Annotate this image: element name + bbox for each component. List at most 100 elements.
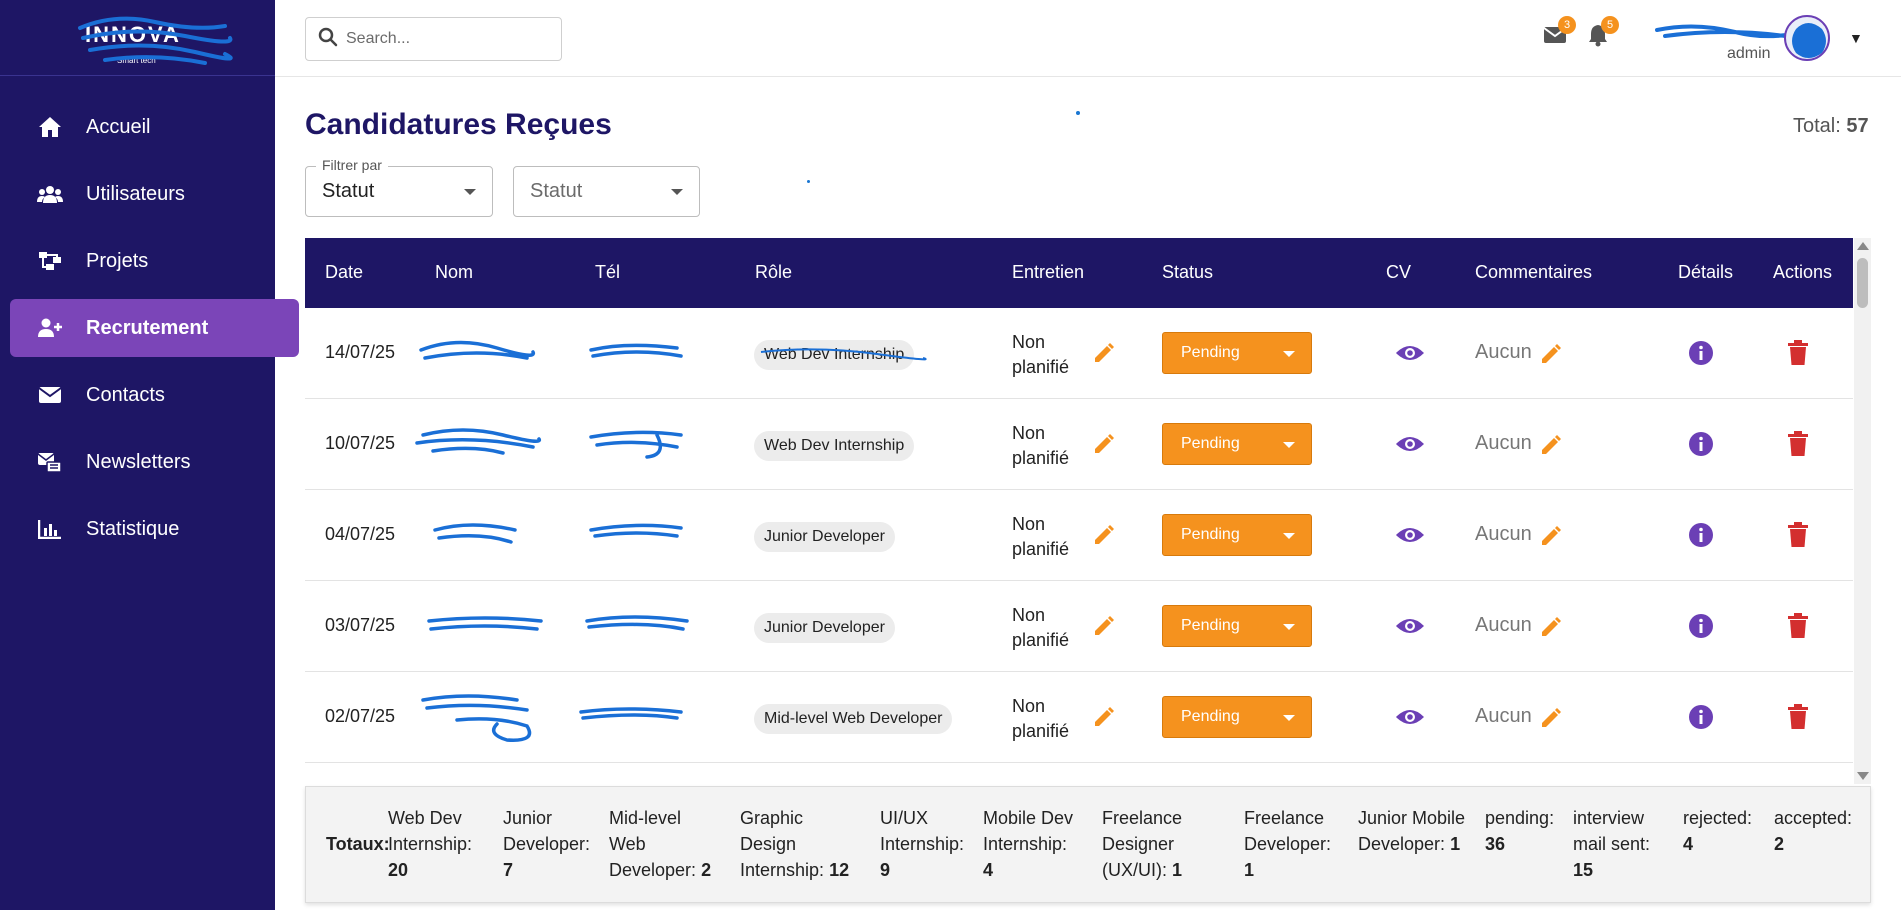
comment-text: Aucun — [1475, 341, 1532, 363]
scroll-down-arrow-icon[interactable] — [1857, 772, 1869, 780]
comment-text: Aucun — [1475, 432, 1532, 454]
status-filter-select[interactable]: Statut — [513, 166, 700, 217]
header-date[interactable]: Date — [325, 262, 363, 283]
edit-interview-pencil-icon[interactable] — [1092, 341, 1116, 365]
total-item-value: 12 — [829, 860, 850, 880]
total-item: Junior Developer: 7 — [503, 805, 590, 883]
redaction-scribble — [78, 16, 233, 65]
delete-trash-icon[interactable] — [1787, 340, 1809, 366]
totals-label: Totaux: — [326, 834, 390, 854]
delete-trash-icon[interactable] — [1787, 704, 1809, 730]
search-input[interactable] — [346, 30, 546, 48]
details-info-icon[interactable] — [1688, 340, 1714, 366]
edit-comment-pencil-icon[interactable] — [1539, 342, 1563, 366]
status-value: Pending — [1181, 708, 1240, 725]
sidebar-item-statistique[interactable]: Statistique — [10, 500, 299, 558]
avatar[interactable] — [1784, 15, 1830, 61]
edit-interview-pencil-icon[interactable] — [1092, 523, 1116, 547]
table-row: 02/07/25 Mid-level Web Developer Non pla… — [305, 672, 1853, 763]
page-title: Candidatures Reçues — [305, 108, 612, 141]
sidebar-item-recrutement[interactable]: Recrutement — [10, 299, 299, 357]
sidebar-item-label: Statistique — [86, 517, 180, 540]
interview-line-2: planifié — [1012, 721, 1070, 741]
details-info-icon[interactable] — [1688, 704, 1714, 730]
view-cv-eye-icon[interactable] — [1395, 706, 1425, 728]
phone-redacted — [585, 615, 689, 631]
status-select[interactable]: Pending — [1162, 332, 1312, 374]
mail-button[interactable]: 3 — [1540, 16, 1576, 52]
total-count: Total: 57 — [1793, 115, 1869, 138]
sidebar-item-contacts[interactable]: Contacts — [10, 366, 299, 424]
interview-line-2: planifié — [1012, 448, 1070, 468]
chevron-down-icon[interactable]: ▼ — [1849, 30, 1863, 46]
header-actions[interactable]: Actions — [1773, 262, 1832, 283]
search-box[interactable] — [305, 17, 562, 61]
users-icon — [36, 182, 64, 206]
view-cv-eye-icon[interactable] — [1395, 524, 1425, 546]
view-cv-eye-icon[interactable] — [1395, 342, 1425, 364]
edit-interview-pencil-icon[interactable] — [1092, 432, 1116, 456]
edit-comment-pencil-icon[interactable] — [1539, 615, 1563, 639]
total-item-label: Mobile Dev — [983, 808, 1074, 828]
edit-comment-pencil-icon[interactable] — [1539, 433, 1563, 457]
table-scrollbar[interactable] — [1854, 238, 1871, 784]
name-redacted — [433, 523, 517, 544]
header-status[interactable]: Status — [1162, 262, 1213, 283]
phone-redacted — [579, 707, 683, 720]
chevron-down-icon — [1283, 715, 1295, 721]
header-cv[interactable]: CV — [1386, 262, 1411, 283]
applications-table: Date Nom Tél Rôle Entretien Status CV Co… — [305, 238, 1871, 784]
header-details[interactable]: Détails — [1678, 262, 1733, 283]
status-select[interactable]: Pending — [1162, 514, 1312, 556]
interview-line-2: planifié — [1012, 630, 1070, 650]
total-value: 57 — [1846, 115, 1869, 137]
details-info-icon[interactable] — [1688, 431, 1714, 457]
chart-icon — [36, 517, 64, 541]
interview-line-2: planifié — [1012, 357, 1070, 377]
status-select[interactable]: Pending — [1162, 696, 1312, 738]
sidebar-item-newsletters[interactable]: Newsletters — [10, 433, 299, 491]
delete-trash-icon[interactable] — [1787, 522, 1809, 548]
details-info-icon[interactable] — [1688, 522, 1714, 548]
status-select[interactable]: Pending — [1162, 605, 1312, 647]
total-item-value: 2 — [701, 860, 712, 880]
scroll-up-arrow-icon[interactable] — [1857, 242, 1869, 250]
sidebar-item-projets[interactable]: Projets — [10, 232, 299, 290]
sidebar: INNOVA Smart tech Accueil Utilisateurs P… — [0, 0, 299, 910]
sidebar-item-label: Contacts — [86, 383, 165, 406]
status-select[interactable]: Pending — [1162, 423, 1312, 465]
header-role[interactable]: Rôle — [755, 262, 792, 283]
filter-by-select[interactable]: Filtrer par Statut — [305, 157, 493, 217]
edit-interview-pencil-icon[interactable] — [1092, 705, 1116, 729]
notifications-button[interactable]: 5 — [1583, 16, 1619, 52]
edit-comment-pencil-icon[interactable] — [1539, 706, 1563, 730]
total-item-label: accepted: — [1774, 808, 1853, 828]
phone-redacted — [589, 430, 683, 459]
header-nom[interactable]: Nom — [435, 262, 473, 283]
table-row-partial — [305, 763, 1853, 784]
view-cv-eye-icon[interactable] — [1395, 615, 1425, 637]
scroll-thumb[interactable] — [1857, 258, 1868, 308]
total-item-label: Developer: — [503, 834, 591, 854]
user-role: admin — [1727, 45, 1771, 62]
header-tel[interactable]: Tél — [595, 262, 620, 283]
total-item-label: mail sent: — [1573, 834, 1651, 854]
header-commentaires[interactable]: Commentaires — [1475, 262, 1592, 283]
sidebar-item-utilisateurs[interactable]: Utilisateurs — [10, 165, 299, 223]
total-item: Web Dev Internship: 20 — [388, 805, 472, 883]
interview-line-2: planifié — [1012, 539, 1070, 559]
edit-interview-pencil-icon[interactable] — [1092, 614, 1116, 638]
sidebar-item-label: Accueil — [86, 115, 151, 138]
brand-logo[interactable]: INNOVA Smart tech — [75, 8, 235, 70]
total-item: Graphic Design Internship: 12 — [740, 805, 849, 883]
delete-trash-icon[interactable] — [1787, 431, 1809, 457]
details-info-icon[interactable] — [1688, 613, 1714, 639]
interview-status: Non planifié — [1012, 603, 1069, 653]
delete-trash-icon[interactable] — [1787, 613, 1809, 639]
total-item: UI/UX Internship: 9 — [880, 805, 964, 883]
total-item-value: 20 — [388, 860, 409, 880]
sidebar-item-accueil[interactable]: Accueil — [10, 98, 299, 156]
header-entretien[interactable]: Entretien — [1012, 262, 1084, 283]
edit-comment-pencil-icon[interactable] — [1539, 524, 1563, 548]
view-cv-eye-icon[interactable] — [1395, 433, 1425, 455]
